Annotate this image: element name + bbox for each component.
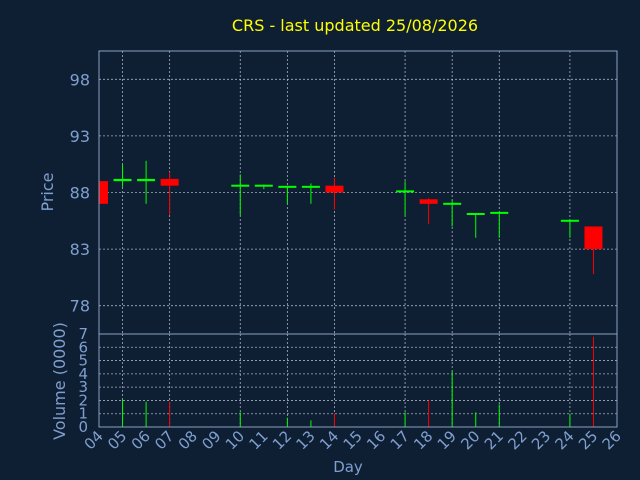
- price-tick-label: 93: [70, 127, 90, 146]
- candle-body: [99, 181, 108, 204]
- candle-body: [160, 178, 179, 186]
- candle-body: [231, 184, 250, 187]
- candle-body: [560, 219, 579, 222]
- candle-body: [419, 199, 438, 204]
- chart-root: CRS - last updated 25/08/2026 78 83 88 93 98…: [0, 0, 640, 480]
- candle-body: [137, 178, 156, 182]
- chart-title: CRS - last updated 25/08/2026: [232, 16, 478, 35]
- candle-body: [396, 190, 415, 193]
- price-axis-label: Price: [38, 172, 57, 211]
- candle-body: [301, 185, 320, 188]
- volume-axis-label: Volume (0000): [50, 322, 69, 440]
- candle-body: [113, 178, 132, 182]
- candle-body: [584, 226, 603, 250]
- candle-body: [443, 202, 462, 205]
- price-tick-label: 98: [70, 70, 90, 89]
- candle-body: [490, 211, 509, 214]
- x-axis-label: Day: [333, 458, 363, 476]
- candle-body: [325, 185, 344, 193]
- candlestick-chart: CRS - last updated 25/08/2026 78 83 88 93 98…: [0, 0, 640, 480]
- price-tick-label: 88: [70, 184, 90, 203]
- volume-tick-label: 7: [78, 325, 88, 343]
- candle-body: [466, 213, 485, 216]
- price-tick-label: 83: [70, 240, 90, 259]
- candle-body: [278, 185, 297, 188]
- chart-background: [0, 0, 640, 480]
- candle-body: [254, 184, 273, 187]
- price-tick-label: 78: [70, 297, 90, 316]
